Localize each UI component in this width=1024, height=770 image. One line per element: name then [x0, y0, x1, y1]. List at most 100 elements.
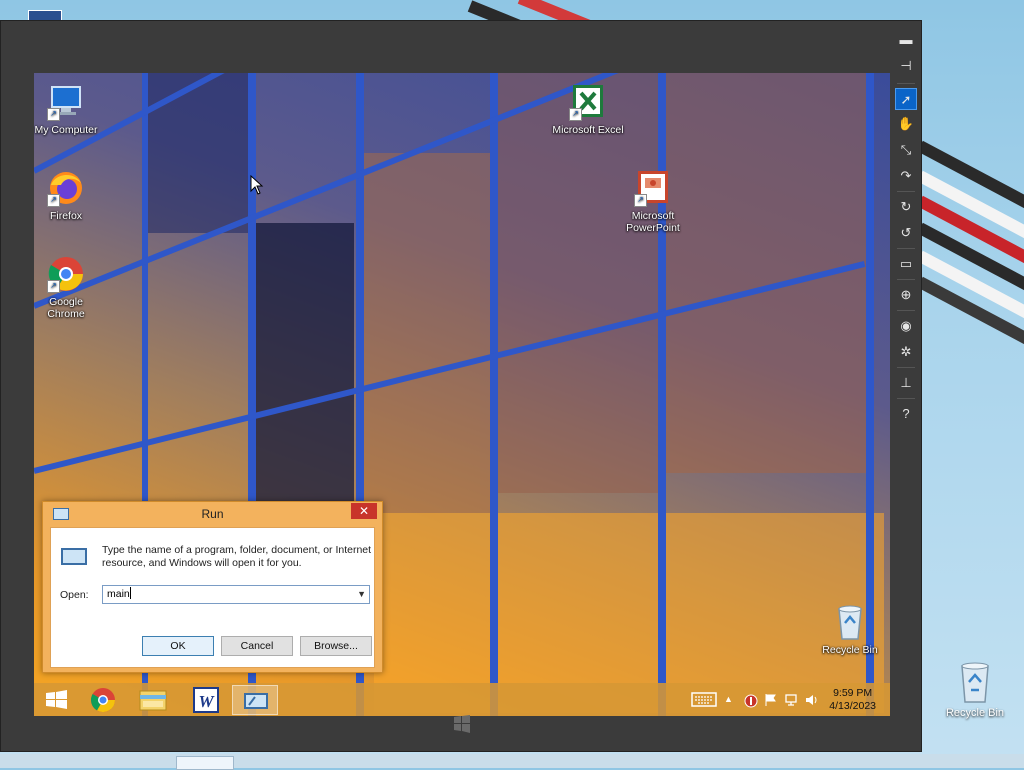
desktop-icon-google-chrome[interactable]: ↗ Google Chrome [34, 255, 102, 320]
guest-screen: ↗ My Computer ↗ Firefox ↗ Google Chrome … [34, 73, 890, 716]
host-recycle-bin[interactable]: Recycle Bin [940, 660, 1010, 719]
always-on-top-button[interactable]: ⊣ [895, 55, 917, 77]
toolbar-separator [897, 248, 915, 249]
rotate-clockwise-icon: ↻ [900, 199, 912, 214]
taskbar: W ▲ 9:59 PM 4/13/2023 [34, 683, 890, 716]
desktop-icon-label: Microsoft Excel [552, 124, 624, 136]
desktop-icon-label: Firefox [49, 210, 83, 222]
wallpaper-mullion [490, 73, 498, 716]
rotate-gesture-button[interactable]: ↷ [895, 165, 917, 187]
wallpaper-panel [664, 73, 874, 473]
desktop-icon-microsoft-excel[interactable]: ↗ Microsoft Excel [552, 83, 624, 136]
windows-logo-icon [454, 715, 470, 733]
pointer-icon: ➚ [900, 92, 912, 107]
clock-time: 9:59 PM [833, 687, 873, 699]
show-hidden-icons-button[interactable]: ▲ [724, 693, 733, 716]
host-recycle-bin-label: Recycle Bin [945, 707, 1005, 719]
run-icon [61, 548, 87, 565]
tray-action-center-icon[interactable] [764, 693, 778, 716]
cancel-button[interactable]: Cancel [221, 636, 293, 656]
connect-button[interactable]: ⊥ [895, 372, 917, 394]
desktop-icon-my-computer[interactable]: ↗ My Computer [34, 83, 102, 136]
screenshot-button[interactable]: ◉ [895, 315, 917, 337]
desktop-icon-label: My Computer [34, 124, 98, 136]
help-button[interactable]: ? [895, 403, 917, 425]
set-location-button[interactable]: ⊕ [895, 284, 917, 306]
open-combobox[interactable]: main ▼ [102, 585, 370, 604]
desktop-icon-recycle-bin[interactable]: Recycle Bin [814, 603, 886, 656]
ok-button[interactable]: OK [142, 636, 214, 656]
shortcut-arrow-icon: ↗ [47, 194, 60, 207]
shortcut-arrow-icon: ↗ [569, 108, 582, 121]
pinch-icon: ⤡ [900, 142, 912, 157]
shortcut-arrow-icon: ↗ [47, 280, 60, 293]
wallpaper-panel [494, 73, 664, 493]
chrome-icon: ↗ [47, 255, 85, 293]
desktop-icon-label: Recycle Bin [822, 644, 878, 656]
run-dialog: Run ✕ Type the name of a program, folder… [42, 501, 383, 673]
browse-button[interactable]: Browse... [300, 636, 372, 656]
toolbar-separator [897, 279, 915, 280]
mouse-cursor-icon [250, 175, 264, 195]
toolbar-separator [897, 191, 915, 192]
chevron-down-icon[interactable]: ▼ [357, 586, 366, 603]
touch-keyboard-button[interactable] [690, 683, 718, 716]
run-icon [244, 693, 268, 709]
toolbar-separator [897, 83, 915, 84]
taskbar-chrome[interactable] [80, 685, 126, 715]
desktop-icon-label: Google Chrome [47, 296, 85, 320]
clock-date: 4/13/2023 [829, 700, 876, 712]
file-explorer-icon [139, 690, 167, 711]
svg-text:W: W [198, 692, 215, 711]
rotate-clockwise-button[interactable]: ↻ [895, 196, 917, 218]
change-resolution-button[interactable]: ▭ [895, 253, 917, 275]
start-button[interactable] [34, 685, 80, 715]
excel-icon: ↗ [569, 83, 607, 121]
hardware-windows-button[interactable] [451, 713, 473, 735]
connect-icon: ⊥ [900, 375, 912, 390]
taskbar-clock[interactable]: 9:59 PM 4/13/2023 [829, 687, 876, 713]
pinch-zoom-button[interactable]: ⤡ [895, 139, 917, 161]
desktop-icon-firefox[interactable]: ↗ Firefox [34, 169, 102, 222]
open-input[interactable]: main [107, 588, 130, 600]
close-button[interactable]: ✕ [351, 503, 377, 519]
mouse-mode-button[interactable]: ➚ [895, 88, 917, 110]
recycle-bin-icon [831, 603, 869, 641]
pin-icon: ⊣ [900, 58, 912, 73]
shortcut-arrow-icon: ↗ [634, 194, 647, 207]
emulator-window: ↗ My Computer ↗ Firefox ↗ Google Chrome … [0, 20, 922, 752]
minimize-icon: ▬ [899, 32, 913, 47]
run-dialog-title: Run [201, 507, 224, 521]
taskbar-word[interactable]: W [182, 685, 228, 715]
rotate-gesture-icon: ↷ [900, 168, 912, 183]
toolbar-separator [897, 367, 915, 368]
chevron-up-icon: ▲ [724, 694, 733, 704]
recycle-bin-icon [961, 662, 989, 703]
tray-network-icon[interactable] [784, 693, 798, 716]
network-icon: ⊕ [900, 287, 912, 302]
touch-mode-button[interactable]: ✋ [895, 113, 917, 135]
taskbar-file-explorer[interactable] [130, 685, 176, 715]
flag-icon [765, 694, 776, 706]
rotate-counterclockwise-button[interactable]: ↺ [895, 222, 917, 244]
run-description: Type the name of a program, folder, docu… [102, 544, 372, 569]
word-icon: W [193, 687, 219, 713]
network-icon [785, 694, 797, 706]
run-dialog-body: Type the name of a program, folder, docu… [50, 527, 375, 668]
tray-security-icon[interactable] [744, 694, 758, 716]
chrome-icon [90, 688, 115, 713]
minimize-button[interactable]: ▬ [895, 29, 917, 51]
keyboard-icon [691, 692, 717, 707]
computer-icon: ↗ [47, 83, 85, 121]
host-taskbar [0, 754, 1024, 770]
text-caret [129, 587, 131, 599]
open-label: Open: [60, 589, 89, 601]
hand-icon: ✋ [897, 116, 915, 131]
start-icon [46, 690, 67, 709]
run-dialog-titlebar[interactable]: Run ✕ [43, 502, 382, 526]
tray-volume-icon[interactable] [804, 693, 818, 716]
desktop-icon-microsoft-powerpoint[interactable]: ↗ Microsoft PowerPoint [617, 169, 689, 234]
taskbar-run[interactable] [232, 685, 278, 715]
shield-icon [744, 694, 758, 708]
settings-button[interactable]: ✲ [895, 341, 917, 363]
